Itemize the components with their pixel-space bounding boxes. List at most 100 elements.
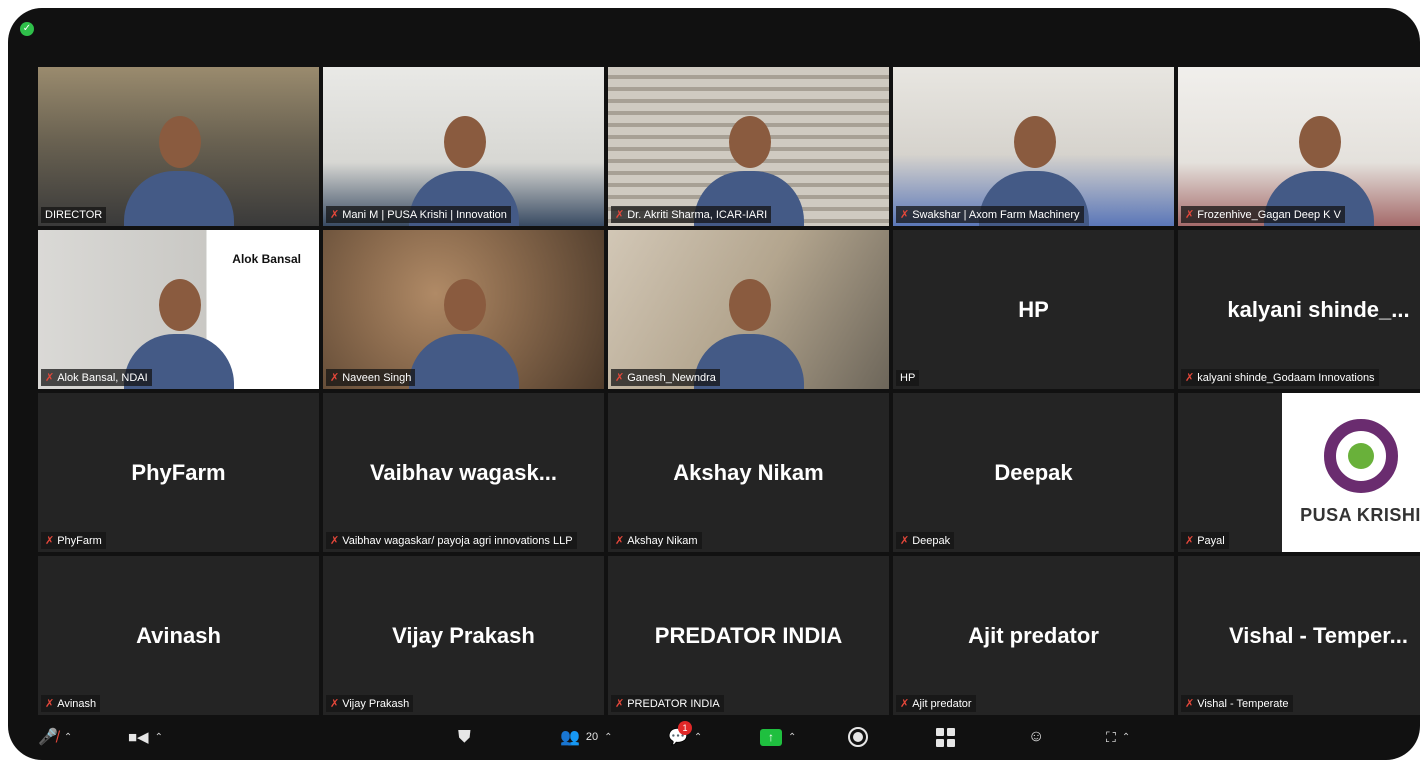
participant-name-label: ✗ PREDATOR INDIA [611, 695, 724, 712]
security-status-icon[interactable]: ✓ [20, 22, 34, 36]
emoji-icon: ☺ [1028, 728, 1045, 745]
participant-name-label: ✗ Mani M | PUSA Krishi | Innovation [326, 206, 511, 223]
participants-button[interactable]: 👥 20 ⌃ [560, 724, 613, 750]
participant-tile[interactable]: ✗ Mani M | PUSA Krishi | Innovation [323, 67, 604, 226]
participant-display-name: Akshay Nikam [673, 459, 824, 485]
participant-tile[interactable]: Alok Bansal ✗ Alok Bansal, NDAI [38, 230, 319, 389]
participant-display-name: HP [1018, 296, 1049, 322]
microphone-muted-icon: ✗ [615, 698, 625, 710]
pusa-krishi-logo: PUSA KRISHI [1282, 393, 1420, 552]
participants-count: 20 [585, 731, 599, 743]
participant-name: Akshay Nikam [627, 534, 698, 547]
participant-name-label: ✗ Naveen Singh [326, 369, 416, 386]
participant-name: Naveen Singh [342, 371, 412, 384]
participant-name-label: ✗ Deepak [896, 532, 955, 549]
chat-icon: 💬 1 [668, 721, 692, 747]
share-screen-icon: ↑ [760, 728, 782, 746]
participant-display-name: PhyFarm [131, 459, 226, 485]
microphone-muted-icon: ✗ [45, 535, 55, 547]
participant-tile[interactable]: PhyFarm ✗ PhyFarm [38, 393, 319, 552]
participant-tile[interactable]: Avinash ✗ Avinash [38, 556, 319, 715]
more-button[interactable]: ⛶ ⌃ [1106, 724, 1130, 750]
participant-display-name: Ajit predator [968, 622, 1099, 648]
apps-icon [936, 727, 955, 747]
participant-name-label: ✗ Ajit predator [896, 695, 976, 712]
participant-name-label: ✗ Payal [1181, 532, 1229, 549]
participant-name: Alok Bansal, NDAI [57, 371, 148, 384]
participant-name: PhyFarm [57, 534, 102, 547]
participant-name: Ganesh_Newndra [627, 371, 716, 384]
participant-video [608, 230, 889, 389]
share-options-caret-icon[interactable]: ⌃ [788, 732, 796, 743]
microphone-muted-icon: ✗ [330, 535, 340, 547]
microphone-muted-icon: ✗ [615, 535, 625, 547]
meeting-toolbar: 🎤̸ ⌃ ■◀ ⌃ ⛊ 👥 20 ⌃ 💬 1 ⌃ ↑ ⌃ ☺ ⛶ ⌃ [8, 716, 1420, 760]
participant-tile[interactable]: PREDATOR INDIA ✗ PREDATOR INDIA [608, 556, 889, 715]
apps-button[interactable] [936, 724, 955, 750]
participant-tile[interactable]: ✗ Swakshar | Axom Farm Machinery [893, 67, 1174, 226]
microphone-muted-icon: ✗ [45, 372, 55, 384]
participant-name-label: HP [896, 370, 920, 386]
participant-tile[interactable]: Vishal - Temper... ✗ Vishal - Temperate [1178, 556, 1420, 715]
record-icon [848, 727, 868, 747]
participant-tile[interactable]: Vaibhav wagask... ✗ Vaibhav wagaskar/ payo… [323, 393, 604, 552]
participant-tile[interactable]: ✗ Frozenhive_Gagan Deep K V [1178, 67, 1420, 226]
participant-tile[interactable]: HP HP [893, 230, 1174, 389]
participant-name-label: ✗ Akshay Nikam [611, 532, 702, 549]
participant-tile[interactable]: Deepak ✗ Deepak [893, 393, 1174, 552]
participant-name: HP [900, 372, 916, 384]
participant-name: Deepak [912, 534, 951, 547]
participant-tile[interactable]: ✗ Naveen Singh [323, 230, 604, 389]
video-button[interactable]: ■◀ ⌃ [128, 724, 163, 750]
participants-options-caret-icon[interactable]: ⌃ [604, 732, 612, 743]
participant-tile[interactable]: Ajit predator ✗ Ajit predator [893, 556, 1174, 715]
microphone-muted-icon: 🎤̸ [38, 729, 58, 746]
participants-icon: 👥 [560, 729, 580, 746]
participant-display-name: Vaibhav wagask... [369, 459, 558, 485]
participant-video [323, 230, 604, 389]
participant-tile[interactable]: Vijay Prakash ✗ Vijay Prakash [323, 556, 604, 715]
participant-name-label: ✗ Swakshar | Axom Farm Machinery [896, 206, 1084, 223]
participant-name-label: ✗ Avinash [41, 695, 101, 712]
mute-button[interactable]: 🎤̸ ⌃ [38, 724, 72, 750]
camera-icon: ■◀ [128, 729, 149, 746]
chat-button[interactable]: 💬 1 ⌃ [668, 721, 702, 750]
participant-tile[interactable]: ✗ Ganesh_Newndra [608, 230, 889, 389]
participant-name: Frozenhive_Gagan Deep K V [1197, 208, 1341, 221]
participant-name-label: ✗ PhyFarm [41, 532, 106, 549]
reactions-button[interactable]: ☺ [1028, 724, 1044, 750]
participant-name: Avinash [57, 697, 97, 710]
participant-name-label: ✗ Dr. Akriti Sharma, ICAR-IARI [611, 206, 772, 223]
microphone-muted-icon: ✗ [330, 372, 340, 384]
record-button[interactable] [848, 724, 868, 750]
participant-name-label: ✗ Frozenhive_Gagan Deep K V [1181, 206, 1345, 223]
participant-tile[interactable]: kalyani shinde_... ✗ kalyani shinde_Godaam… [1178, 230, 1420, 389]
participant-name: Vijay Prakash [342, 697, 410, 710]
meeting-window: ✓ DIRECTOR ✗ Mani M | PUSA Krishi | Innova… [8, 8, 1420, 760]
participant-silhouette [408, 269, 519, 389]
microphone-muted-icon: ✗ [45, 698, 55, 710]
gallery-grid: DIRECTOR ✗ Mani M | PUSA Krishi | Innovati… [38, 67, 1420, 715]
video-options-caret-icon[interactable]: ⌃ [155, 732, 163, 743]
logo-text: PUSA KRISHI [1300, 505, 1420, 525]
security-button[interactable]: ⛊ [458, 724, 471, 750]
participant-video [608, 67, 889, 226]
video-overlay-text: Alok Bansal [232, 252, 301, 266]
participant-tile[interactable]: Akshay Nikam ✗ Akshay Nikam [608, 393, 889, 552]
participant-video [1178, 67, 1420, 226]
more-options-caret-icon[interactable]: ⌃ [1122, 732, 1130, 743]
chat-options-caret-icon[interactable]: ⌃ [694, 732, 702, 743]
participant-silhouette [123, 106, 234, 226]
participant-name-label: ✗ Vaibhav wagaskar/ payoja agri innovatio… [326, 532, 577, 549]
participant-tile[interactable]: DIRECTOR [38, 67, 319, 226]
audio-options-caret-icon[interactable]: ⌃ [64, 732, 72, 743]
participant-tile[interactable]: PUSA KRISHI ✗ Payal [1178, 393, 1420, 552]
participant-tile[interactable]: ✗ Dr. Akriti Sharma, ICAR-IARI [608, 67, 889, 226]
chat-unread-badge: 1 [678, 721, 692, 735]
share-screen-button[interactable]: ↑ ⌃ [760, 724, 796, 750]
participant-name: kalyani shinde_Godaam Innovations [1197, 371, 1375, 384]
participant-name: Ajit predator [912, 697, 972, 710]
participant-name-label: ✗ Ganesh_Newndra [611, 369, 720, 386]
participant-name-label: ✗ kalyani shinde_Godaam Innovations [1181, 369, 1379, 386]
participant-video [38, 67, 319, 226]
